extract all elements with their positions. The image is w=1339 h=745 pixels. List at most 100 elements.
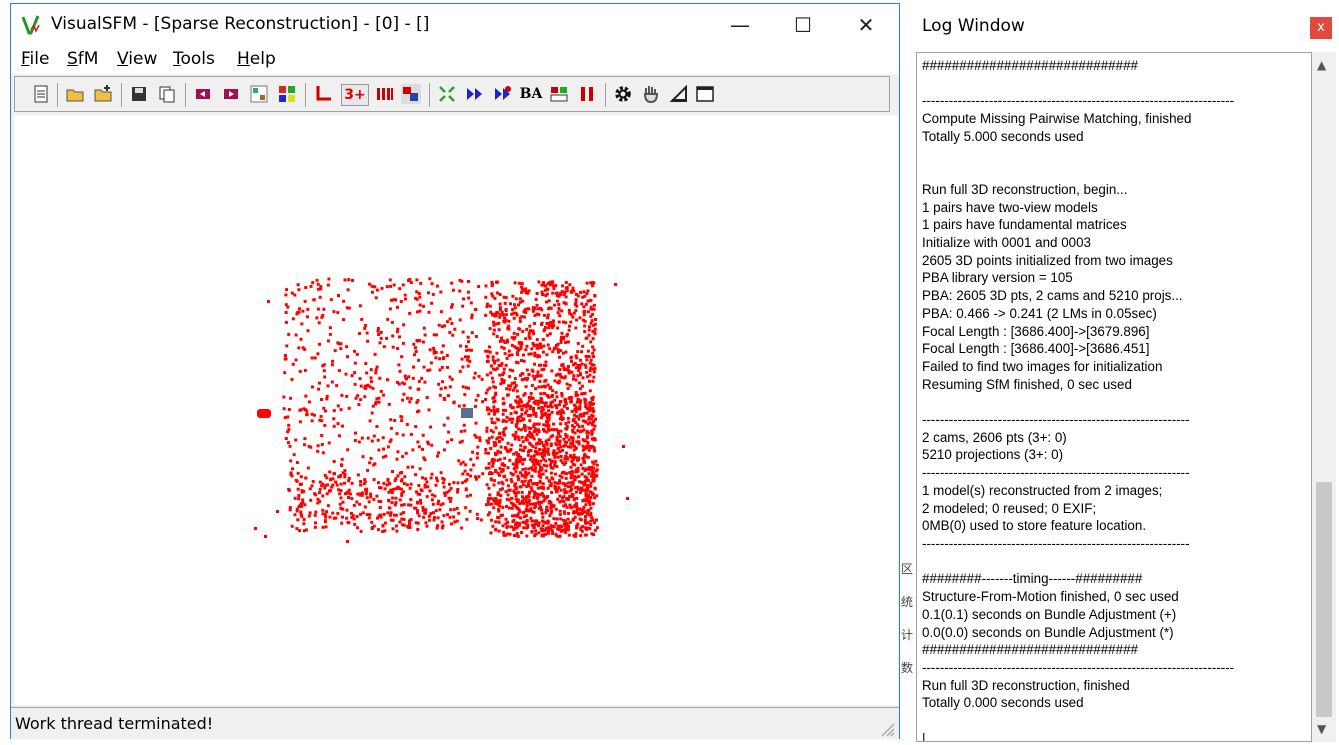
point-cloud-point <box>321 508 325 512</box>
point-cloud-point <box>521 462 525 466</box>
compare-icon[interactable] <box>549 84 569 104</box>
point-cloud-point <box>385 285 389 289</box>
point-cluster <box>257 409 271 418</box>
point-cloud-point <box>586 509 590 513</box>
close-button[interactable]: ✕ <box>843 4 889 46</box>
point-cloud-point <box>408 486 412 490</box>
log-close-button[interactable]: x <box>1310 17 1332 39</box>
point-cloud-point <box>353 522 357 526</box>
title-bar[interactable]: VisualSFM - [Sparse Reconstruction] - [0… <box>11 4 899 46</box>
point-cloud-point <box>399 300 403 303</box>
point-cloud-point <box>541 524 545 528</box>
ba-icon[interactable]: BA <box>519 84 543 104</box>
point-cloud-point <box>576 485 580 489</box>
point-cloud-point <box>487 436 491 440</box>
point-cloud-point <box>548 386 552 390</box>
save-icon[interactable] <box>129 84 149 104</box>
point-cloud-point <box>555 534 559 538</box>
point-cloud-point <box>541 293 545 296</box>
point-cloud-point <box>565 427 569 431</box>
next-icon[interactable] <box>221 84 241 104</box>
add-images-icon[interactable] <box>93 84 113 104</box>
point-cloud-point <box>411 448 415 452</box>
point-cloud-point <box>545 423 549 427</box>
log-scrollbar[interactable]: ▲ ▼ <box>1312 52 1336 742</box>
ruler-icon[interactable] <box>669 84 689 104</box>
resize-grip-icon[interactable] <box>879 721 895 737</box>
point-cloud-point <box>511 417 515 421</box>
point-cloud-point <box>490 376 494 380</box>
point-cloud-point <box>564 526 568 530</box>
scroll-up-arrow-icon[interactable]: ▲ <box>1317 58 1326 72</box>
log-icon[interactable] <box>31 84 51 104</box>
point-cloud-point <box>385 336 389 340</box>
match-icon[interactable] <box>375 84 395 104</box>
point-cloud-point <box>581 295 585 299</box>
point-cloud-point <box>501 397 505 401</box>
point-cloud-point <box>533 313 537 317</box>
point-cloud-point <box>341 507 345 511</box>
pair-list-icon[interactable] <box>249 84 269 104</box>
point-cloud-canvas[interactable] <box>14 115 898 705</box>
log-line: Run full 3D reconstruction, finished <box>922 677 1130 693</box>
forward-icon[interactable] <box>465 84 485 104</box>
point-cloud-point <box>400 471 404 474</box>
point-cloud-point <box>511 388 515 392</box>
fullscreen-icon[interactable] <box>437 84 457 104</box>
point-cloud-point <box>394 496 398 500</box>
compute-icon[interactable] <box>493 84 513 104</box>
point-cloud-point <box>415 278 419 282</box>
minimize-button[interactable]: — <box>717 4 763 46</box>
point-cloud-point <box>443 324 446 328</box>
point-cloud-point <box>540 308 544 312</box>
hand-icon[interactable] <box>641 84 661 104</box>
point-cloud-point <box>489 429 493 433</box>
point-cloud-point <box>462 404 466 408</box>
menu-tools[interactable]: Tools <box>173 49 215 69</box>
point-cloud-point <box>425 480 429 484</box>
point-cloud-point <box>345 516 349 520</box>
open-multi-icon[interactable] <box>65 84 85 104</box>
menu-view[interactable]: View <box>117 49 157 69</box>
point-cloud-point <box>416 387 420 391</box>
point-cloud-point <box>358 332 361 336</box>
menu-file[interactable]: File <box>21 49 49 69</box>
maximize-button[interactable]: ☐ <box>780 4 826 46</box>
log-title-bar[interactable]: Log Window x <box>913 0 1339 52</box>
point-cloud-point <box>513 437 517 441</box>
gear-icon[interactable] <box>613 84 633 104</box>
scroll-thumb[interactable] <box>1316 482 1332 717</box>
log-text-area[interactable]: ############################# ----------… <box>916 52 1312 742</box>
point-cloud-point <box>495 291 499 295</box>
window-icon[interactable] <box>695 84 715 104</box>
point-cloud-point <box>562 293 566 297</box>
point-cloud-point <box>498 466 502 470</box>
pause-icon[interactable] <box>577 84 597 104</box>
point-cloud-point <box>591 502 595 506</box>
point-cloud-point <box>537 385 541 389</box>
point-cloud-point <box>339 463 343 467</box>
point-cloud-point <box>522 417 526 421</box>
camera-icon[interactable] <box>401 84 421 104</box>
point-cloud-point <box>533 354 537 358</box>
point-cloud-point <box>300 322 304 326</box>
point-cloud-point <box>507 506 511 510</box>
point-cloud-point <box>346 448 350 452</box>
point-cloud-point <box>417 445 421 449</box>
grid-icon[interactable] <box>277 84 297 104</box>
threeplus-icon[interactable]: 3+ <box>341 84 369 106</box>
point-cloud-point <box>579 358 582 362</box>
point-cloud-point <box>478 436 482 440</box>
axis-icon[interactable] <box>313 84 333 104</box>
point-cloud-point <box>591 395 595 399</box>
point-cloud-point <box>557 380 561 384</box>
prev-icon[interactable] <box>193 84 213 104</box>
point-cloud-point <box>509 302 512 306</box>
point-cloud-point <box>298 408 302 412</box>
point-cloud-point <box>561 416 565 420</box>
copy-icon[interactable] <box>157 84 177 104</box>
menu-help[interactable]: Help <box>237 49 276 69</box>
menu-sfm[interactable]: SfM <box>67 49 98 69</box>
scroll-down-arrow-icon[interactable]: ▼ <box>1317 722 1326 736</box>
point-cloud-point <box>588 373 592 377</box>
